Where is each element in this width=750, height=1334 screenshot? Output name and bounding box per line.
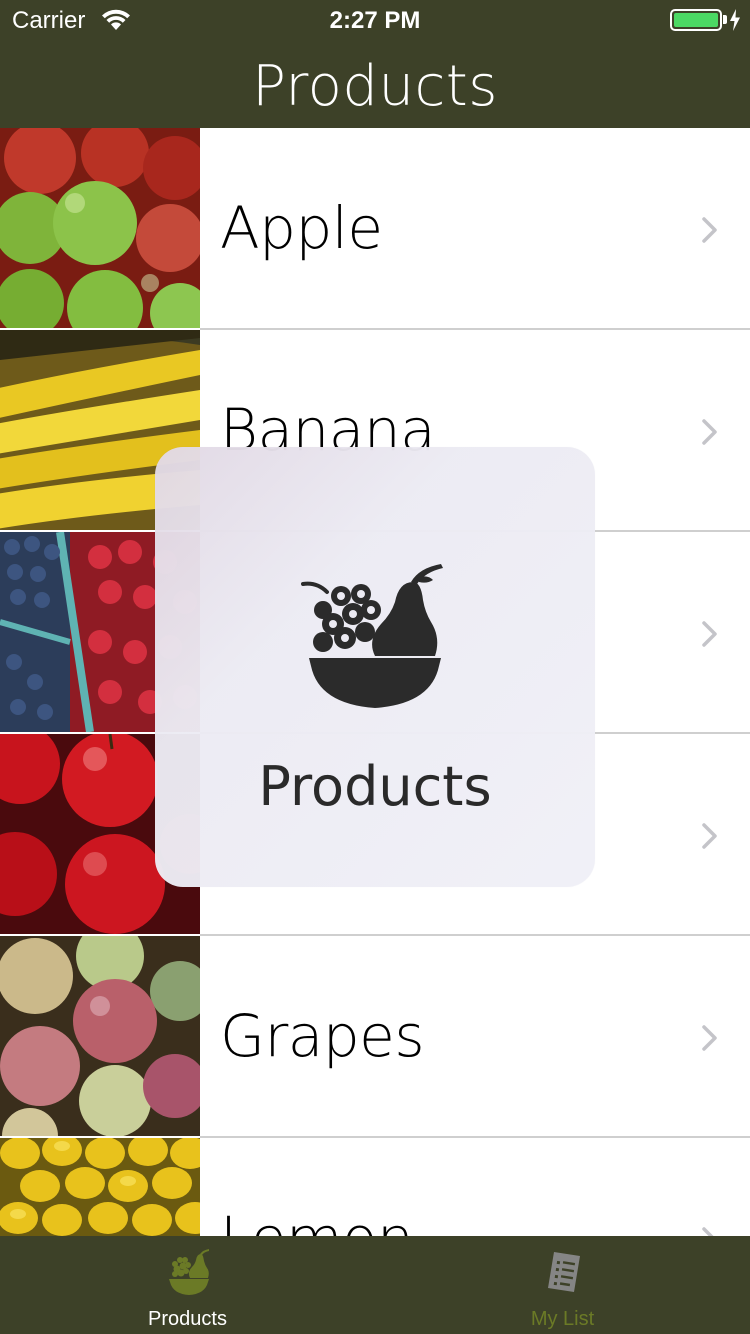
products-hud-overlay: Products: [155, 447, 595, 887]
chevron-right-icon: [702, 1227, 714, 1236]
battery-icon: [670, 9, 722, 31]
product-label: Grapes: [220, 1002, 425, 1070]
chevron-right-icon: [702, 1025, 717, 1051]
apples-thumbnail: [0, 128, 200, 328]
status-time: 2:27 PM: [329, 7, 421, 34]
charging-bolt-icon: [730, 9, 740, 31]
product-row-lemon[interactable]: Lemon: [0, 1138, 750, 1236]
status-bar: Carrier 2:27 PM: [0, 0, 750, 42]
tab-my-list[interactable]: My List: [375, 1236, 750, 1334]
page-title: Products: [252, 54, 498, 119]
product-row-apple[interactable]: Apple: [0, 128, 750, 330]
chevron-right-icon: [702, 621, 717, 647]
chevron-right-icon: [702, 419, 717, 445]
tab-label: My List: [530, 1308, 595, 1330]
tab-products[interactable]: Products: [0, 1236, 375, 1334]
hud-label: Products: [258, 755, 492, 818]
list-document-icon: [548, 1252, 580, 1292]
fruit-basket-icon: [169, 1249, 209, 1295]
product-label: Apple: [220, 194, 383, 262]
chevron-right-icon: [702, 217, 717, 243]
chevron-right-icon: [702, 823, 717, 849]
product-label: Lemon: [220, 1204, 414, 1236]
lemons-thumbnail: [0, 1138, 200, 1236]
grapes-thumbnail: [0, 936, 200, 1136]
tab-label: Products: [148, 1308, 227, 1330]
fruit-basket-icon: [301, 564, 443, 708]
navigation-bar: Products: [0, 42, 750, 128]
battery-cap: [723, 15, 727, 24]
product-row-grapes[interactable]: Grapes: [0, 936, 750, 1138]
tab-bar: Products My List: [0, 1236, 750, 1334]
